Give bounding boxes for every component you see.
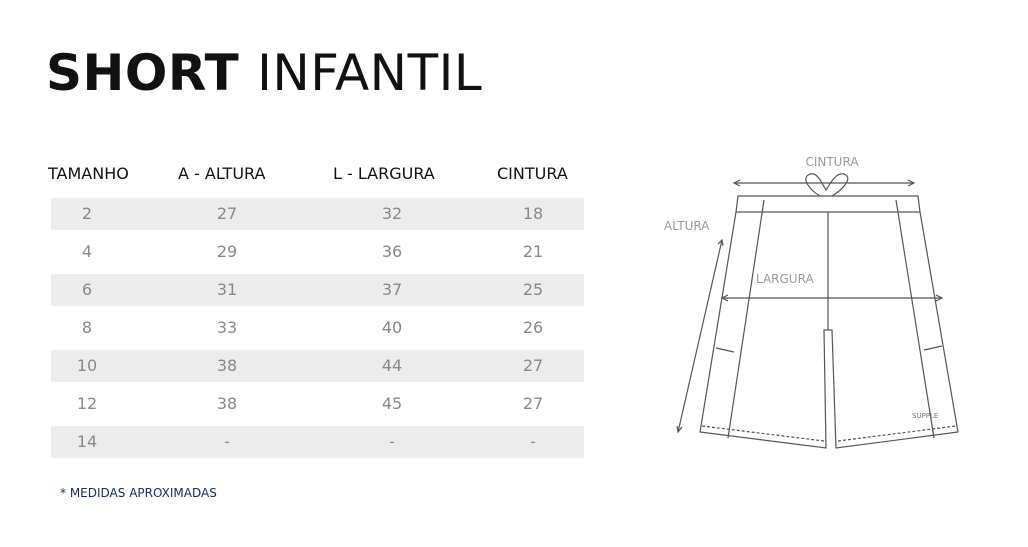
cell-tamanho: 14 [76,432,98,451]
label-altura: ALTURA [664,219,710,233]
cell-altura: 31 [216,280,238,299]
brand-logo-text: SUPPLE [912,412,938,420]
header-altura: A - ALTURA [178,164,266,183]
shorts-outline [699,173,959,449]
table-row: 10 38 44 27 [51,350,584,382]
cintura-arrow [732,179,916,187]
page-title: SHORT INFANTIL [46,38,482,108]
approximate-measures-note: * MEDIDAS APROXIMADAS [60,486,217,500]
cell-tamanho: 6 [81,280,93,299]
cell-cintura: 18 [522,204,544,223]
table-row: 12 38 45 27 [51,388,584,420]
cell-largura: 44 [381,356,403,375]
cell-largura: 40 [381,318,403,337]
cell-tamanho: 4 [81,242,93,261]
cell-altura: 27 [216,204,238,223]
cell-cintura: 27 [522,394,544,413]
table-row: 8 33 40 26 [51,312,584,344]
cell-cintura: 27 [522,356,544,375]
cell-altura: 33 [216,318,238,337]
cell-cintura: 21 [522,242,544,261]
cell-tamanho: 8 [81,318,93,337]
table-row: 2 27 32 18 [51,198,584,230]
header-cintura: CINTURA [497,164,568,183]
cell-tamanho: 10 [76,356,98,375]
header-tamanho: TAMANHO [48,164,129,183]
title-light: INFANTIL [257,44,483,102]
cell-largura: 32 [381,204,403,223]
cell-largura: 36 [381,242,403,261]
cell-tamanho: 2 [81,204,93,223]
cell-largura: 45 [381,394,403,413]
cell-altura: 29 [216,242,238,261]
table-header: TAMANHO A - ALTURA L - LARGURA CINTURA [46,160,586,188]
table-row: 4 29 36 21 [51,236,584,268]
label-largura: LARGURA [756,272,814,286]
header-largura: L - LARGURA [333,164,435,183]
shorts-diagram: CINTURA ALTURA LARGURA SUPPLE [664,155,959,449]
largura-arrow [720,294,944,302]
cell-tamanho: 12 [76,394,98,413]
table-body: 2 27 32 18 4 29 36 21 6 31 37 25 8 33 40… [51,198,584,464]
cell-cintura: - [530,432,536,451]
cell-cintura: 25 [522,280,544,299]
cell-altura: 38 [216,394,238,413]
cell-largura: - [389,432,395,451]
cell-largura: 37 [381,280,403,299]
table-row: 14 - - - [51,426,584,458]
cell-cintura: 26 [522,318,544,337]
cell-altura: - [224,432,230,451]
label-cintura: CINTURA [805,155,859,169]
title-bold: SHORT [46,44,240,102]
cell-altura: 38 [216,356,238,375]
table-row: 6 31 37 25 [51,274,584,306]
size-table: TAMANHO A - ALTURA L - LARGURA CINTURA 2… [46,160,586,458]
